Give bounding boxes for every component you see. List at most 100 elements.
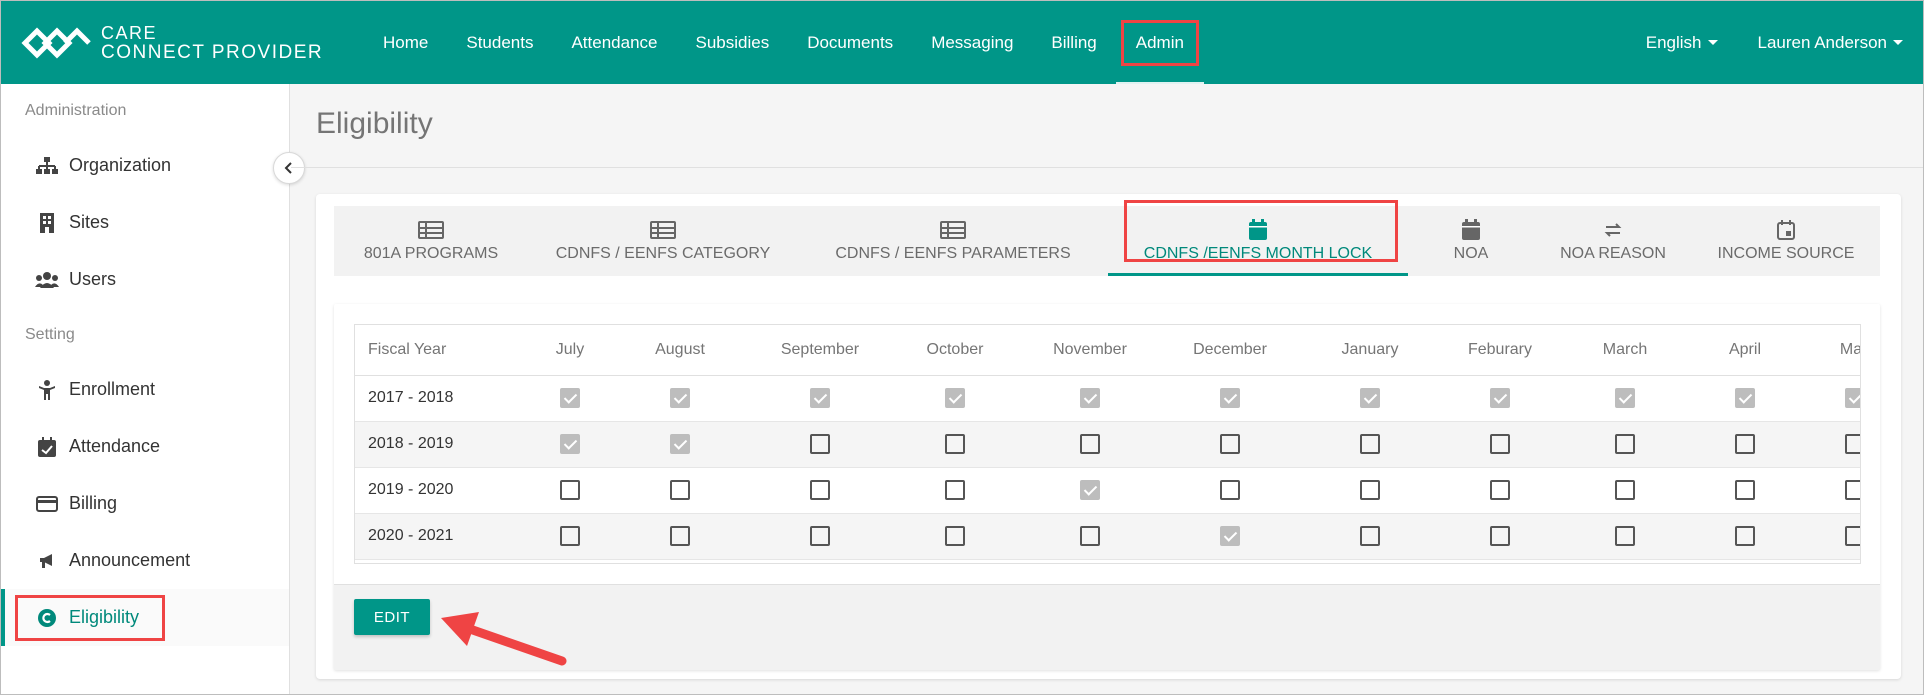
fiscal-year-cell: 2020 - 2021 [355,513,525,560]
tab-noa-reason[interactable]: NOA REASON [1534,206,1692,276]
month-lock-checkbox[interactable] [1080,526,1100,546]
sidebar-item-enrollment[interactable]: Enrollment [1,361,289,418]
language-dropdown[interactable]: English [1626,1,1738,84]
sidebar-item-billing[interactable]: Billing [1,475,289,532]
calendar-check-icon [35,436,59,457]
month-lock-table: Fiscal Year July August September Octobe… [355,325,1860,560]
month-lock-checkbox[interactable] [1845,480,1860,500]
sidebar-item-label: Users [69,269,117,289]
month-lock-checkbox[interactable] [1735,480,1755,500]
month-lock-checkbox[interactable] [1220,388,1240,408]
month-lock-checkbox[interactable] [945,388,965,408]
nav-subsidies[interactable]: Subsidies [676,1,788,84]
sidebar-collapse-button[interactable] [273,152,305,184]
tab-cdnfs-eenfs-category[interactable]: CDNFS / EENFS CATEGORY [528,206,798,276]
tab-cdnfs-eenfs-month-lock[interactable]: CDNFS /EENFS MONTH LOCK [1108,200,1408,276]
month-lock-checkbox[interactable] [1080,388,1100,408]
month-lock-checkbox[interactable] [1735,526,1755,546]
month-lock-checkbox[interactable] [810,526,830,546]
month-cell [1555,375,1695,422]
month-lock-checkbox[interactable] [810,388,830,408]
table-row: 2019 - 2020 [355,467,1860,514]
nav-home[interactable]: Home [364,1,447,84]
brand-logo[interactable]: CARE CONNECT PROVIDER [21,23,326,63]
sidebar-item-announcement[interactable]: Announcement [1,532,289,589]
user-menu[interactable]: Lauren Anderson [1738,1,1924,84]
month-lock-checkbox[interactable] [1490,526,1510,546]
month-lock-checkbox[interactable] [1615,480,1635,500]
month-lock-checkbox[interactable] [560,480,580,500]
month-lock-checkbox[interactable] [1490,388,1510,408]
sidebar-item-organization[interactable]: Organization [1,137,289,194]
column-header-april: April [1695,325,1795,376]
month-lock-checkbox[interactable] [1220,480,1240,500]
month-cell [895,421,1015,468]
nav-attendance[interactable]: Attendance [552,1,676,84]
month-lock-checkbox[interactable] [1490,434,1510,454]
month-lock-checkbox[interactable] [1615,434,1635,454]
month-lock-checkbox[interactable] [1360,480,1380,500]
tab-noa[interactable]: NOA [1408,206,1534,276]
month-lock-checkbox[interactable] [1845,388,1860,408]
month-cell [1295,375,1445,422]
month-lock-checkbox[interactable] [810,480,830,500]
nav-admin-label: Admin [1120,19,1199,66]
list-icon [940,219,966,241]
month-lock-checkbox[interactable] [560,434,580,454]
table-row: 2017 - 2018 [355,375,1860,422]
month-cell [1795,467,1860,514]
month-lock-checkbox[interactable] [1080,434,1100,454]
highlight-box [15,595,165,641]
month-lock-checkbox[interactable] [1845,434,1860,454]
child-icon [35,379,59,400]
sidebar-item-attendance[interactable]: Attendance [1,418,289,475]
month-lock-checkbox[interactable] [945,434,965,454]
month-lock-checkbox[interactable] [1845,526,1860,546]
sidebar-item-sites[interactable]: Sites [1,194,289,251]
user-name: Lauren Anderson [1757,32,1888,52]
table-body: 2017 - 2018 2018 - 2019 2019 - 2020 2020 - … [355,375,1860,560]
nav-students[interactable]: Students [447,1,552,84]
nav-documents[interactable]: Documents [788,1,912,84]
nav-billing[interactable]: Billing [1032,1,1115,84]
sidebar-item-users[interactable]: Users [1,251,289,308]
month-cell [1165,467,1295,514]
month-lock-checkbox[interactable] [1735,434,1755,454]
month-lock-checkbox[interactable] [1360,434,1380,454]
tab-label: 801A PROGRAMS [363,245,499,262]
tab-801a-programs[interactable]: 801A PROGRAMS [334,206,528,276]
month-lock-checkbox[interactable] [1360,526,1380,546]
month-lock-table-wrapper[interactable]: Fiscal Year July August September Octobe… [354,324,1861,564]
month-lock-checkbox[interactable] [560,526,580,546]
chevron-left-icon [284,162,292,174]
month-lock-checkbox[interactable] [945,480,965,500]
month-lock-checkbox[interactable] [1220,526,1240,546]
month-lock-checkbox[interactable] [670,434,690,454]
month-lock-checkbox[interactable] [1615,388,1635,408]
month-lock-checkbox[interactable] [670,388,690,408]
month-lock-checkbox[interactable] [670,480,690,500]
month-lock-checkbox[interactable] [1490,480,1510,500]
month-lock-checkbox[interactable] [1220,434,1240,454]
month-lock-checkbox[interactable] [1735,388,1755,408]
month-lock-checkbox[interactable] [1080,480,1100,500]
sidebar-item-eligibility[interactable]: Eligibility [1,589,289,646]
nav-admin[interactable]: Admin [1115,1,1205,84]
sidebar-item-label: Billing [69,493,118,513]
month-lock-checkbox[interactable] [1360,388,1380,408]
credit-card-icon [35,494,59,514]
caret-down-icon [1893,40,1903,45]
edit-button[interactable]: EDIT [354,599,430,635]
month-lock-checkbox[interactable] [670,526,690,546]
month-lock-checkbox[interactable] [810,434,830,454]
tab-label: CDNFS / EENFS PARAMETERS [835,245,1071,262]
table-row: 2018 - 2019 [355,421,1860,468]
tab-label: CDNFS / EENFS CATEGORY [555,245,771,262]
tab-cdnfs-eenfs-parameters[interactable]: CDNFS / EENFS PARAMETERS [798,206,1108,276]
month-lock-checkbox[interactable] [560,388,580,408]
brand-line1: CARE [101,22,158,43]
month-lock-checkbox[interactable] [945,526,965,546]
nav-messaging[interactable]: Messaging [912,1,1032,84]
month-lock-checkbox[interactable] [1615,526,1635,546]
tab-income-source[interactable]: INCOME SOURCE [1692,206,1880,276]
